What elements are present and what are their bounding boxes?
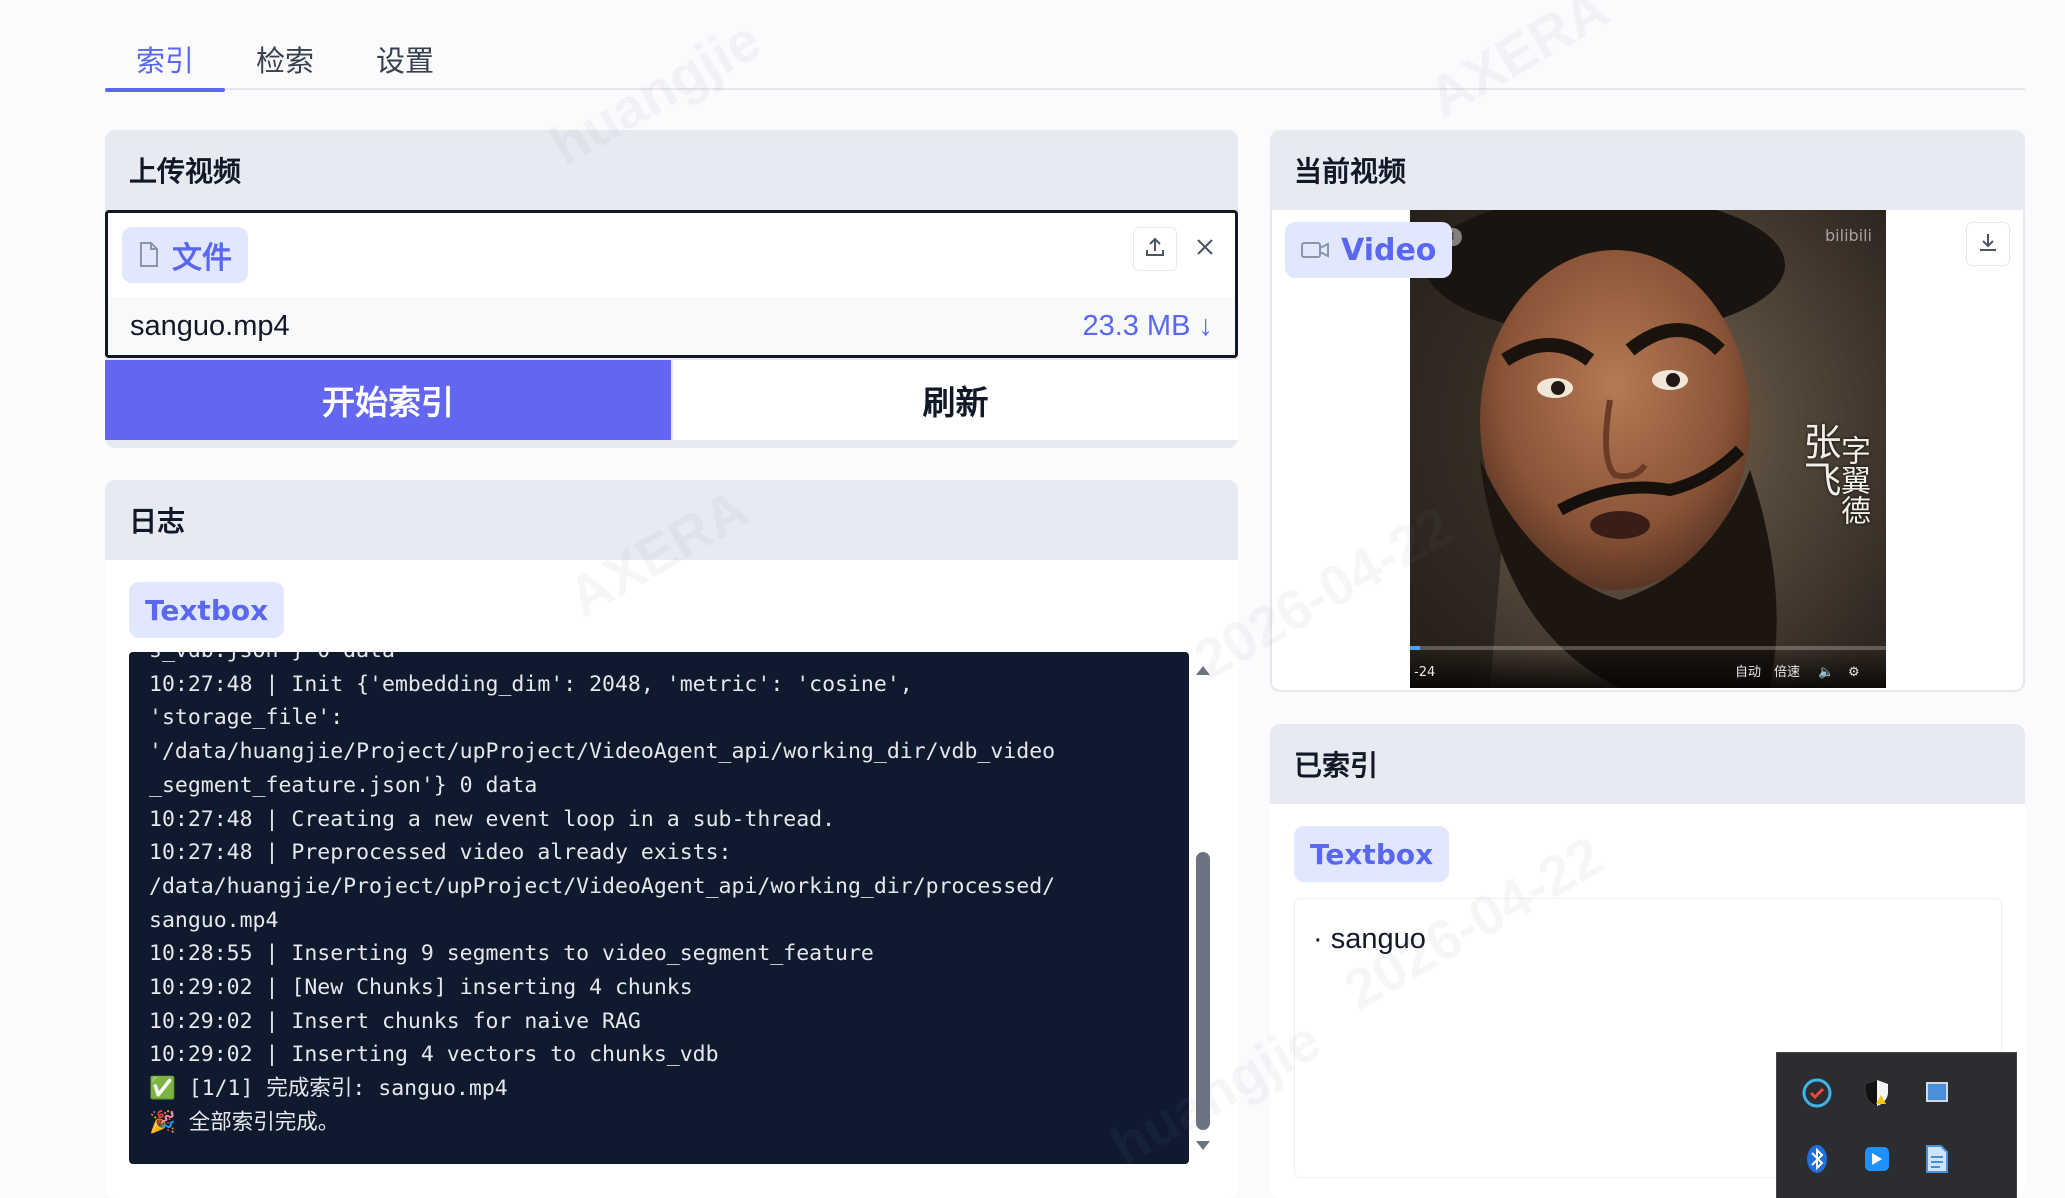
log-line: 10:29:02 | [New Chunks] inserting 4 chun…: [149, 975, 693, 1001]
file-name: sanguo.mp4: [130, 309, 290, 342]
file-label-chip: 文件: [122, 227, 248, 283]
close-icon: [1193, 235, 1217, 263]
upload-icon-button[interactable]: [1133, 227, 1177, 271]
upload-panel-title: 上传视频: [129, 155, 242, 188]
security-shield-icon[interactable]: [1799, 1075, 1835, 1111]
log-line: /data/huangjie/Project/upProject/VideoAg…: [149, 873, 1056, 899]
log-line: 🎉 全部索引完成。: [149, 1109, 340, 1135]
log-panel-body: Textbox s_vdb.json'} 0 data 10:27:48 | In…: [105, 560, 1238, 1198]
video-controls: -24 自动 倍速 🔈 ⚙: [1410, 650, 1886, 688]
log-line: _segment_feature.json'} 0 data: [149, 772, 538, 798]
log-line: 10:27:48 | Preprocessed video already ex…: [149, 840, 732, 866]
scroll-down-arrow-icon[interactable]: [1196, 1141, 1210, 1150]
settings-gear-icon[interactable]: ⚙: [1848, 665, 1860, 680]
video-player[interactable]: 8 bilibili 张飞 字翼德 -24 自动 倍速 🔈 ⚙: [1410, 210, 1886, 688]
file-icon: [138, 242, 160, 268]
video-subtitle-courtesy-name: 字翼德: [1835, 435, 1870, 525]
log-line: 10:28:55 | Inserting 9 segments to video…: [149, 941, 874, 967]
indexed-panel-title: 已索引: [1294, 749, 1379, 782]
video-watermark: bilibili: [1825, 226, 1872, 245]
log-line: 10:27:48 | Creating a new event loop in …: [149, 806, 836, 832]
video-label-chip: Video: [1285, 222, 1453, 278]
indexed-textbox-chip: Textbox: [1294, 826, 1450, 882]
scroll-up-arrow-icon[interactable]: [1196, 666, 1210, 675]
log-line: 10:29:02 | Insert chunks for naive RAG: [149, 1008, 641, 1034]
video-chip-label: Video: [1341, 232, 1437, 268]
log-line: 'storage_file':: [149, 705, 344, 731]
log-textarea[interactable]: s_vdb.json'} 0 data 10:27:48 | Init {'emb…: [129, 652, 1189, 1164]
system-tray-popup: [1776, 1052, 2017, 1198]
log-line: '/data/huangjie/Project/upProject/VideoA…: [149, 739, 1056, 765]
main-tabs: 索引 检索 设置: [105, 0, 2025, 92]
start-index-button[interactable]: 开始索引: [105, 360, 671, 440]
video-panel-title: 当前视频: [1294, 155, 1407, 188]
log-line: 10:29:02 | Inserting 4 vectors to chunks…: [149, 1042, 719, 1068]
log-scrollbar[interactable]: [1192, 652, 1214, 1164]
video-time-label: -24: [1414, 665, 1436, 680]
indexed-item[interactable]: sanguo: [1313, 923, 1983, 956]
log-line: sanguo.mp4: [149, 907, 279, 933]
display-icon[interactable]: [1919, 1075, 1955, 1111]
playback-speed-button[interactable]: 倍速: [1774, 661, 1800, 680]
upload-icon: [1143, 235, 1167, 263]
notes-icon[interactable]: [1919, 1141, 1955, 1177]
file-size-download-link[interactable]: 23.3 MB ↓: [1082, 310, 1213, 343]
log-line: 10:27:48 | Init {'embedding_dim': 2048, …: [149, 671, 913, 697]
video-panel-body: 8 bilibili 张飞 字翼德 -24 自动 倍速 🔈 ⚙ Video: [1270, 210, 2025, 692]
download-video-button[interactable]: [1966, 222, 2010, 266]
video-camera-icon: [1301, 240, 1329, 260]
log-panel-title: 日志: [129, 505, 186, 538]
bluetooth-icon[interactable]: [1799, 1141, 1835, 1177]
uploaded-file-row: sanguo.mp4 23.3 MB ↓: [108, 297, 1235, 355]
log-lines: s_vdb.json'} 0 data 10:27:48 | Init {'emb…: [149, 652, 1174, 1140]
log-panel: 日志 Textbox s_vdb.json'} 0 data 10:27:48 |…: [105, 480, 1238, 1198]
auto-quality-button[interactable]: 自动: [1735, 661, 1761, 680]
tab-settings[interactable]: 设置: [355, 38, 455, 90]
upload-video-panel: 上传视频 文件 sanguo.mp4 23.3 MB ↓ 开始索引 刷新: [105, 130, 1238, 448]
volume-icon[interactable]: 🔈: [1818, 665, 1834, 680]
file-chip-label: 文件: [172, 241, 232, 276]
tab-index[interactable]: 索引: [105, 38, 225, 92]
file-upload-box[interactable]: 文件 sanguo.mp4 23.3 MB ↓: [105, 210, 1238, 358]
log-textbox-chip: Textbox: [129, 582, 285, 638]
upload-actions: 开始索引 刷新: [105, 360, 1238, 440]
log-line: ✅ [1/1] 完成索引: sanguo.mp4: [149, 1076, 508, 1102]
scroll-thumb[interactable]: [1196, 852, 1210, 1130]
current-video-panel: 当前视频 bilibili 张飞 字翼德 -24 自动 倍速 🔈 ⚙ Video: [1270, 130, 2025, 692]
clear-file-button[interactable]: [1183, 227, 1227, 271]
download-icon: [1976, 230, 2000, 258]
windows-security-warning-icon[interactable]: [1859, 1075, 1895, 1111]
tab-search[interactable]: 检索: [235, 38, 335, 90]
log-line: s_vdb.json'} 0 data: [149, 652, 1174, 668]
refresh-button[interactable]: 刷新: [671, 360, 1238, 440]
app-tray-icon[interactable]: [1859, 1141, 1895, 1177]
